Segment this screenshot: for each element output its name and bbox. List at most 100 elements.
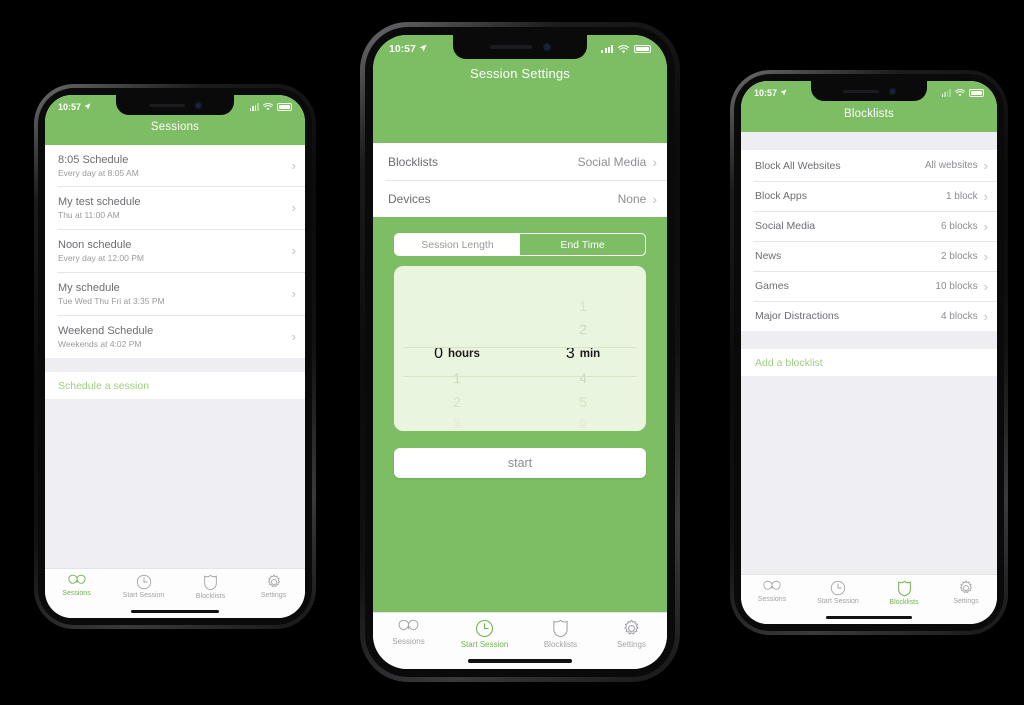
session-title: 8:05 Schedule [58, 153, 129, 166]
minutes-picker-column[interactable]: 1 2 3 min 4 5 6 [520, 266, 646, 431]
blocklist-title: Social Media [755, 220, 816, 232]
wifi-icon [263, 103, 273, 111]
schedule-session-row[interactable]: Schedule a session [45, 372, 305, 399]
picker-option[interactable]: 6 [520, 414, 646, 431]
add-blocklist-label: Add a blocklist [755, 356, 823, 369]
tab-sessions[interactable]: Sessions [51, 574, 103, 597]
add-blocklist-row[interactable]: Add a blocklist [741, 349, 997, 376]
session-subtitle: Every day at 8:05 AM [58, 167, 139, 178]
content-left: 8:05 Schedule Every day at 8:05 AM › My … [45, 145, 305, 568]
shield-icon [203, 574, 218, 591]
setting-label: Devices [388, 191, 431, 206]
tab-settings[interactable]: Settings [602, 619, 662, 649]
butterfly-icon [67, 574, 86, 588]
list-item[interactable]: Social Media 6 blocks › [741, 211, 997, 241]
status-time-text: 10:57 [58, 102, 82, 112]
list-item[interactable]: Major Distractions 4 blocks › [741, 301, 997, 331]
picker-selected-option[interactable]: 3 min [520, 341, 646, 366]
tab-blocklists[interactable]: Blocklists [878, 580, 930, 606]
list-item[interactable]: Block Apps 1 block › [741, 181, 997, 211]
start-button[interactable]: start [394, 448, 646, 478]
clock-icon [475, 619, 494, 638]
clock-icon [830, 580, 846, 596]
duration-picker-host: 0 hours 1 2 3 1 2 3 min 4 5 6 [373, 256, 667, 431]
chevron-right-icon: › [983, 278, 988, 294]
list-item[interactable]: My test schedule Thu at 11:00 AM › [45, 186, 305, 229]
picker-option[interactable]: 3 [394, 414, 520, 431]
front-camera-icon [195, 102, 201, 108]
tab-start-session[interactable]: Start Session [450, 619, 520, 649]
list-item[interactable]: Block All Websites All websites › [741, 150, 997, 181]
blocklist-title: Block All Websites [755, 159, 841, 172]
minutes-values: 1 2 3 min 4 5 6 [520, 266, 646, 431]
tab-start-session[interactable]: Start Session [114, 574, 174, 599]
status-time-text: 10:57 [389, 43, 416, 55]
tab-start-session[interactable]: Start Session [808, 580, 868, 605]
cellular-signal-icon [941, 89, 951, 97]
tab-label: Sessions [757, 596, 787, 603]
chevron-right-icon: › [983, 248, 988, 264]
list-item[interactable]: Games 10 blocks › [741, 271, 997, 301]
tab-blocklists[interactable]: Blocklists [185, 574, 237, 600]
gear-icon [266, 574, 282, 590]
chevron-right-icon: › [291, 200, 296, 215]
hours-picker-column[interactable]: 0 hours 1 2 3 [394, 266, 520, 431]
duration-picker[interactable]: 0 hours 1 2 3 1 2 3 min 4 5 6 [394, 266, 646, 431]
battery-icon [634, 44, 651, 54]
battery-icon [969, 89, 984, 97]
session-subtitle: Weekends at 4:02 PM [58, 338, 142, 349]
tab-label: Blocklists [889, 599, 919, 606]
row-accessory: › [292, 287, 296, 300]
row-accessory: › [292, 330, 296, 343]
session-info: 8:05 Schedule Every day at 8:05 AM [58, 154, 139, 178]
blocklists-setting-row[interactable]: Blocklists Social Media › [373, 143, 667, 180]
row-accessory: › [292, 159, 296, 172]
picker-option[interactable]: 5 [520, 390, 646, 414]
picker-option-value: 2 [453, 393, 461, 410]
segment-end-time[interactable]: End Time [520, 234, 645, 255]
blocklist-title: News [755, 250, 782, 262]
list-item[interactable]: Weekend Schedule Weekends at 4:02 PM › [45, 315, 305, 358]
nav-bar-right: Blocklists [741, 105, 997, 132]
phone-right-screen: 10:57 Blocklists Block All Websites All … [741, 81, 997, 624]
wifi-icon [955, 89, 965, 97]
mode-segmented-control[interactable]: Session Length End Time [394, 233, 646, 256]
phone-right-notch [811, 81, 927, 101]
picker-option[interactable]: 2 [520, 318, 646, 342]
session-info: Weekend Schedule Weekends at 4:02 PM [58, 325, 153, 349]
tab-settings[interactable]: Settings [248, 574, 300, 599]
tab-settings[interactable]: Settings [940, 580, 992, 605]
picker-option[interactable]: 4 [520, 366, 646, 390]
add-blocklist-section: Add a blocklist [741, 349, 997, 376]
segment-session-length[interactable]: Session Length [395, 234, 520, 255]
tab-sessions[interactable]: Sessions [379, 619, 439, 646]
picker-option[interactable]: 2 [394, 390, 520, 414]
schedule-session-label: Schedule a session [58, 379, 150, 392]
list-item[interactable]: My schedule Tue Wed Thu Fri at 3:35 PM › [45, 272, 305, 315]
picker-selected-option[interactable]: 0 hours [394, 341, 520, 366]
butterfly-icon [398, 619, 419, 635]
blocklist-count: 4 blocks [940, 310, 978, 322]
butterfly-icon [763, 580, 781, 594]
sessions-list: 8:05 Schedule Every day at 8:05 AM › My … [45, 145, 305, 358]
row-accessory: › [292, 201, 296, 214]
list-item[interactable]: 8:05 Schedule Every day at 8:05 AM › [45, 145, 305, 186]
add-session-section: Schedule a session [45, 372, 305, 399]
session-settings-list: Blocklists Social Media › Devices None › [373, 143, 667, 217]
page-title-right: Blocklists [844, 108, 894, 120]
row-accessory: 6 blocks › [941, 220, 988, 233]
session-title: My schedule [58, 281, 120, 294]
tab-sessions[interactable]: Sessions [746, 580, 798, 603]
picker-option[interactable]: 1 [520, 294, 646, 318]
list-item[interactable]: Noon schedule Every day at 12:00 PM › [45, 229, 305, 272]
blocklist-count: 2 blocks [940, 250, 978, 262]
row-accessory: › [292, 244, 296, 257]
blocklist-title: Block Apps [755, 190, 807, 202]
devices-setting-row[interactable]: Devices None › [373, 180, 667, 217]
tab-blocklists[interactable]: Blocklists [531, 619, 591, 649]
location-arrow-icon [419, 43, 427, 55]
session-info: Noon schedule Every day at 12:00 PM [58, 239, 144, 263]
row-accessory: 4 blocks › [941, 310, 988, 323]
picker-option[interactable]: 1 [394, 366, 520, 390]
list-item[interactable]: News 2 blocks › [741, 241, 997, 271]
